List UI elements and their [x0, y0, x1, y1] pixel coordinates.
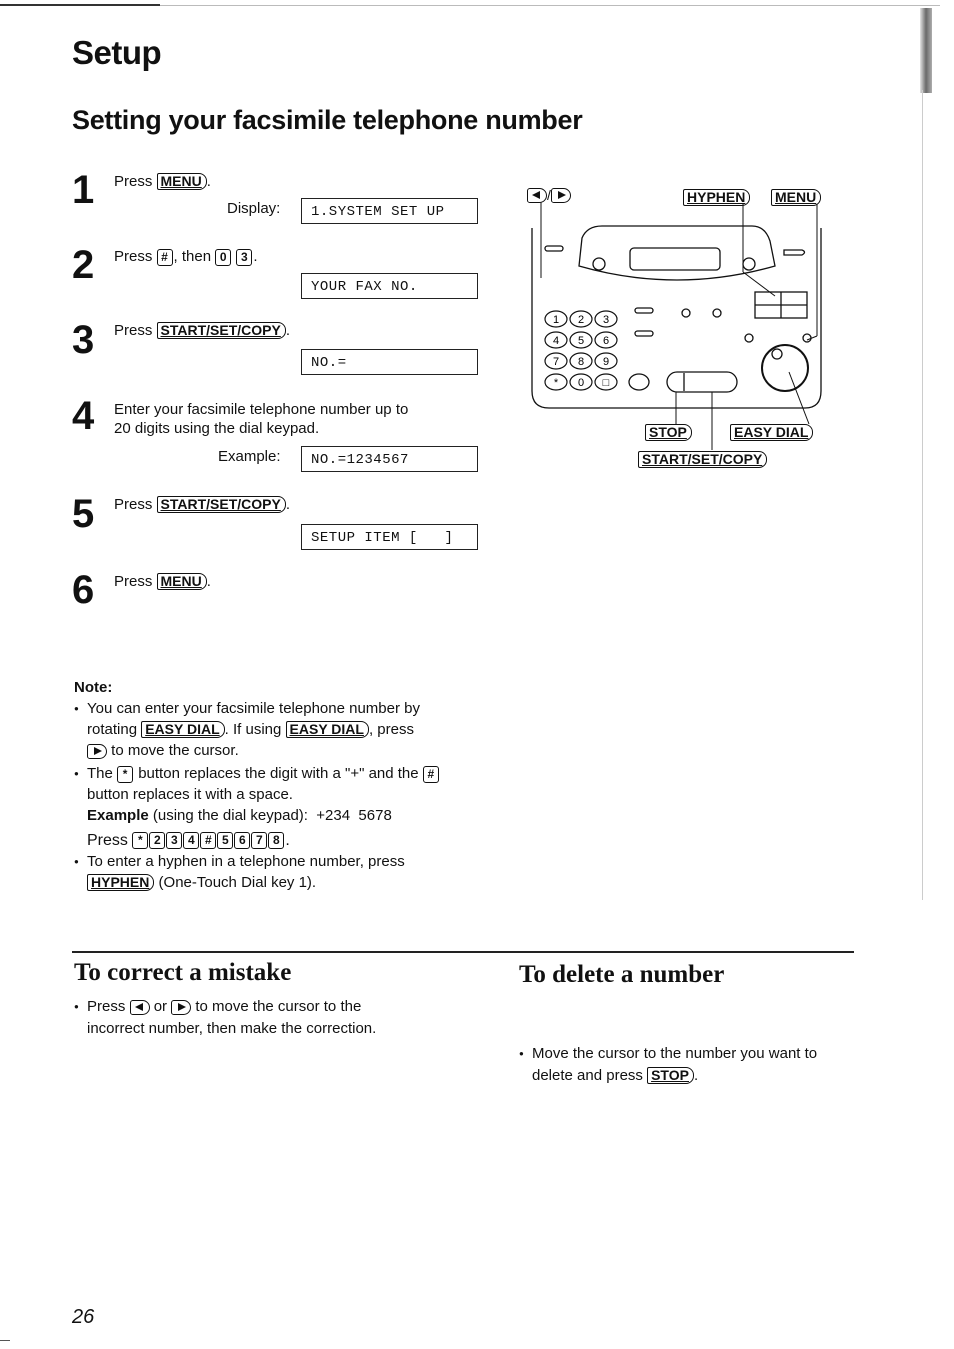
keypad-key-label: 4 — [553, 335, 559, 347]
lcd-display-step-4: NO.=1234567 — [301, 446, 478, 472]
note-bullet-hyphen: To enter a hyphen in a telephone number,… — [74, 851, 494, 893]
step-number-1: 1 — [72, 168, 95, 212]
stop-key-label: STOP — [645, 424, 692, 441]
note-bullet-star-hash: The * button replaces the digit with a "… — [74, 763, 494, 851]
menu-key: MENU — [156, 573, 207, 590]
start-set-copy-key: START/SET/COPY — [156, 322, 286, 339]
section-divider — [72, 951, 854, 953]
start-set-copy-key: START/SET/COPY — [156, 496, 286, 513]
keypad-key-label: 7 — [553, 356, 559, 368]
fax-control-panel-diagram: 1 2 3 4 5 6 7 8 9 * 0 □ / HYPHEN MENU STOP EASY DIA… — [527, 186, 830, 471]
left-arrow-key-icon — [527, 188, 547, 204]
menu-key: MENU — [156, 173, 207, 190]
example-label: Example: — [218, 448, 281, 465]
hyphen-key: HYPHEN — [87, 874, 155, 891]
left-arrow-key-icon — [129, 999, 150, 1015]
top-rule — [0, 4, 160, 6]
keypad-key-label: 3 — [603, 314, 609, 326]
section-title: Setup — [72, 34, 162, 71]
step-number-5: 5 — [72, 492, 95, 536]
sequence-key: 4 — [183, 832, 200, 850]
delete-number-heading: To delete a number — [519, 961, 725, 988]
page-number: 26 — [72, 1306, 95, 1328]
sequence-key: # — [200, 832, 217, 850]
sequence-key: 2 — [149, 832, 166, 850]
lcd-display-step-5: SETUP ITEM [ ] — [301, 524, 478, 550]
dial-keypad: 1 2 3 4 5 6 7 8 9 * 0 □ — [544, 310, 618, 391]
hyphen-key-label: HYPHEN — [683, 189, 751, 206]
note-title: Note: — [74, 679, 113, 696]
keypad-key-label: * — [554, 377, 559, 389]
step-2-instruction: Press #, then 0 3. — [114, 248, 258, 266]
step-number-3: 3 — [72, 318, 95, 362]
crop-mark — [0, 1340, 10, 1341]
lcd-display-step-2: YOUR FAX NO. — [301, 273, 478, 299]
top-rule-thin — [160, 5, 940, 6]
keypad-key-label: 5 — [578, 335, 584, 347]
sequence-key: 3 — [166, 832, 183, 850]
easy-dial-key: EASY DIAL — [285, 721, 369, 738]
step-5-instruction: Press START/SET/COPY. — [114, 496, 290, 513]
correct-mistake-text: Press or to move the cursor to the incor… — [74, 996, 447, 1040]
easy-dial-key: EASY DIAL — [141, 721, 225, 738]
keypad-key-label: □ — [603, 377, 610, 389]
note-bullet-easy-dial: You can enter your facsimile telephone n… — [74, 698, 494, 761]
keypad-key-label: 0 — [578, 377, 584, 389]
right-arrow-key-icon — [87, 743, 107, 759]
easy-dial-key-label: EASY DIAL — [730, 424, 814, 441]
sequence-key: * — [132, 832, 149, 850]
step-1-instruction: Press MENU. — [114, 173, 211, 190]
display-label: Display: — [227, 200, 281, 217]
sequence-key: 5 — [217, 832, 234, 850]
keypad-key-label: 6 — [603, 335, 609, 347]
right-arrow-key-icon — [171, 999, 192, 1015]
correct-mistake-heading: To correct a mistake — [74, 959, 292, 986]
lcd-display-step-3: NO.= — [301, 349, 478, 375]
right-arrow-key-icon — [550, 188, 571, 204]
step-4-instruction: Enter your facsimile telephone number up… — [114, 401, 409, 437]
keypad-key-label: 9 — [603, 356, 609, 368]
keypad-key-label: 8 — [578, 356, 584, 368]
page-heading: Setting your facsimile telephone number — [72, 105, 583, 135]
step-number-4: 4 — [72, 394, 95, 438]
sequence-key: 6 — [234, 832, 251, 850]
step-6-instruction: Press MENU. — [114, 573, 211, 590]
cursor-arrow-keys: / — [527, 187, 571, 205]
sequence-key: 8 — [268, 832, 285, 850]
keypad-key-label: 1 — [553, 314, 559, 326]
note-section: Note: You can enter your facsimile telep… — [74, 677, 494, 893]
display-bezel — [578, 225, 776, 281]
page-edge-shading — [920, 8, 932, 93]
right-margin-rule — [922, 90, 923, 900]
start-set-copy-key-label: START/SET/COPY — [638, 451, 768, 468]
star-key: * — [117, 765, 134, 783]
sequence-key: 7 — [251, 832, 268, 850]
lcd-display-step-1: 1.SYSTEM SET UP — [301, 198, 478, 224]
three-key: 3 — [236, 248, 253, 266]
hash-key: # — [422, 765, 439, 783]
hash-key: # — [156, 248, 173, 266]
lcd-window — [629, 247, 721, 271]
menu-key-label: MENU — [771, 189, 822, 206]
delete-number-text: Move the cursor to the number you want t… — [519, 1043, 862, 1087]
key-sequence: * 2 3 4 #5 6 7 8 — [132, 832, 285, 850]
stop-key: STOP — [647, 1067, 694, 1084]
step-3-instruction: Press START/SET/COPY. — [114, 322, 290, 339]
zero-key: 0 — [215, 248, 232, 266]
keypad-key-label: 2 — [578, 314, 584, 326]
step-number-2: 2 — [72, 243, 95, 287]
step-number-6: 6 — [72, 568, 95, 612]
